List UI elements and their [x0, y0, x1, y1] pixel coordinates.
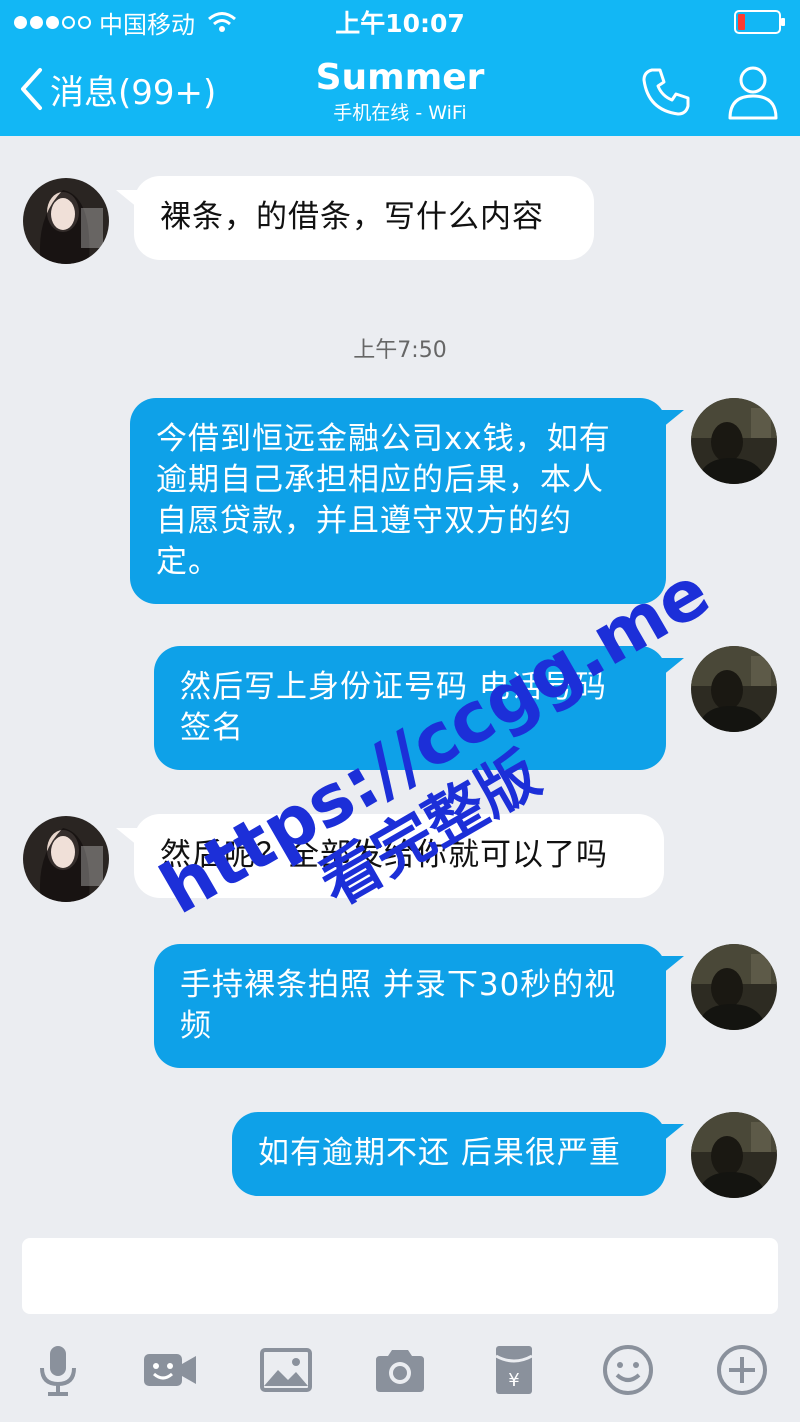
message-bubble-outgoing[interactable]: 今借到恒远金融公司xx钱，如有 逾期自己承担相应的后果，本人 自愿贷款，并且遵守… — [130, 398, 666, 604]
plus-icon — [717, 1345, 767, 1395]
chevron-left-icon — [21, 68, 42, 110]
bubble-tail — [662, 410, 684, 428]
message-timestamp: 上午7:50 — [353, 338, 447, 363]
back-button[interactable]: 消息(99+) — [18, 64, 216, 114]
avatar[interactable] — [23, 178, 109, 264]
message-bubble-incoming[interactable]: 然后呢？全部发给你就可以了吗 — [134, 814, 664, 898]
image-button[interactable] — [254, 1338, 318, 1402]
message-line: 逾期自己承担相应的后果，本人 — [156, 462, 604, 498]
message-bubble-outgoing[interactable]: 手持裸条拍照 并录下30秒的视 频 — [154, 944, 666, 1068]
svg-text:¥: ¥ — [508, 1370, 519, 1391]
bubble-tail — [662, 1124, 684, 1142]
message-bubble-incoming[interactable]: 裸条，的借条，写什么内容 — [134, 176, 594, 260]
chat-title-block: Summer 手机在线 - WiFi — [200, 56, 600, 126]
message-line: 手持裸条拍照 并录下30秒的视 — [180, 967, 617, 1003]
message-input[interactable] — [22, 1238, 778, 1314]
video-call-button[interactable] — [138, 1338, 202, 1402]
message-text: 然后呢？全部发给你就可以了吗 — [160, 837, 608, 873]
red-packet-icon: ¥ — [495, 1346, 533, 1394]
person-icon[interactable] — [722, 60, 784, 122]
battery-icon — [734, 10, 785, 34]
message-line: 频 — [180, 1008, 212, 1044]
message-line: 今借到恒远金融公司xx钱，如有 — [156, 421, 611, 457]
message-line: 签名 — [180, 710, 244, 746]
image-icon — [260, 1348, 312, 1392]
bubble-tail — [662, 658, 684, 676]
camera-button[interactable] — [368, 1338, 432, 1402]
avatar[interactable] — [691, 398, 777, 484]
message-line: 定。 — [156, 544, 220, 580]
avatar[interactable] — [691, 1112, 777, 1198]
message-line: 自愿贷款，并且遵守双方的约 — [156, 503, 572, 539]
avatar[interactable] — [691, 944, 777, 1030]
nav-bar: 消息(99+) Summer 手机在线 - WiFi — [0, 44, 800, 136]
camera-icon — [376, 1350, 424, 1392]
phone-icon[interactable] — [638, 64, 694, 120]
red-packet-button[interactable]: ¥ — [482, 1338, 546, 1402]
video-call-icon — [144, 1354, 196, 1386]
plus-button[interactable] — [710, 1338, 774, 1402]
status-bar: 中国移动 上午10:07 — [0, 0, 800, 44]
emoji-icon — [603, 1345, 653, 1395]
microphone-icon — [40, 1346, 76, 1396]
chat-area[interactable]: 裸条，的借条，写什么内容 上午7:50 今借到恒远金融公司xx钱，如有 逾期自己… — [0, 136, 800, 1226]
microphone-button[interactable] — [26, 1338, 90, 1402]
message-bubble-outgoing[interactable]: 如有逾期不还 后果很严重 — [232, 1112, 666, 1196]
header: 中国移动 上午10:07 消息(99+) Summer 手机在线 - WiFi — [0, 0, 800, 136]
avatar[interactable] — [691, 646, 777, 732]
input-toolbar: ¥ — [0, 1330, 800, 1410]
status-time: 上午10:07 — [335, 9, 465, 38]
avatar[interactable] — [23, 816, 109, 902]
message-text: 如有逾期不还 后果很严重 — [258, 1135, 621, 1171]
chat-title: Summer — [315, 57, 485, 98]
emoji-button[interactable] — [596, 1338, 660, 1402]
back-label: 消息(99+) — [50, 72, 217, 113]
bubble-tail — [662, 956, 684, 974]
message-line: 然后写上身份证号码 电话号码 — [180, 669, 607, 705]
message-text: 裸条，的借条，写什么内容 — [160, 199, 544, 235]
chat-subtitle: 手机在线 - WiFi — [333, 102, 467, 124]
message-bubble-outgoing[interactable]: 然后写上身份证号码 电话号码 签名 — [154, 646, 666, 770]
